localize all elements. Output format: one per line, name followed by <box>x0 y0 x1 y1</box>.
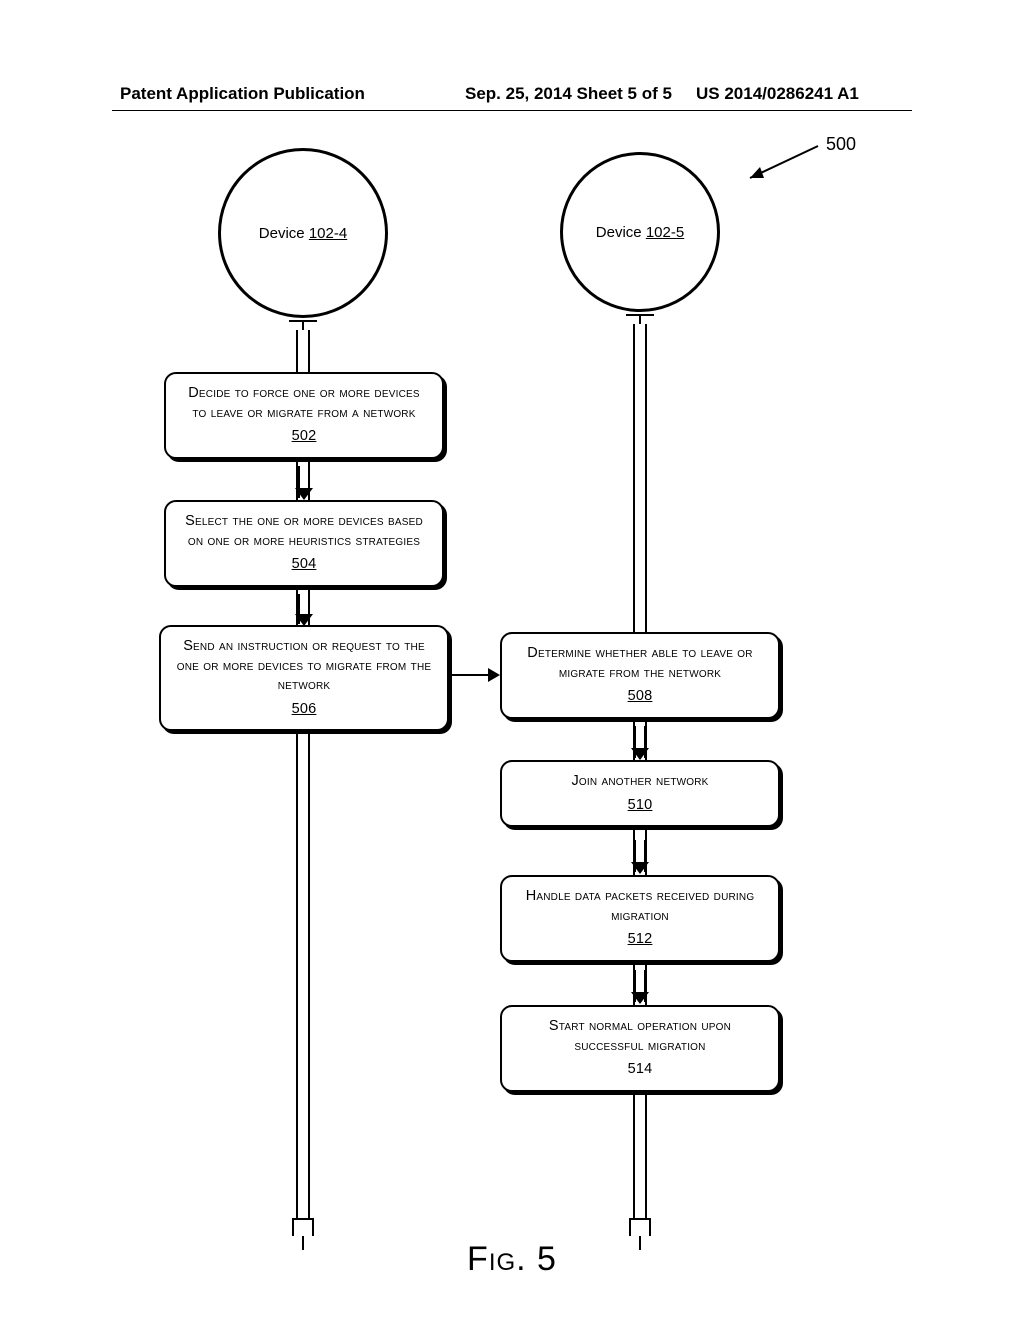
step-512-num: 512 <box>516 930 764 950</box>
figure-label-text: Fig. 5 <box>467 1240 557 1278</box>
step-512-text: Handle data packets received during migr… <box>526 888 755 924</box>
sequence-diagram: 500 Device 102-4 Device 102-5 Decide to … <box>0 130 1024 1260</box>
actor-b-prefix: Device <box>596 224 646 241</box>
leader-arrow-icon <box>730 140 830 184</box>
step-502-text: Decide to force one or more devices to l… <box>188 385 419 421</box>
header-left: Patent Application Publication <box>120 84 365 104</box>
reference-leader: 500 <box>730 140 850 180</box>
step-504-text: Select the one or more devices based on … <box>185 513 423 549</box>
step-506-num: 506 <box>175 700 433 720</box>
lifeline-a-end <box>292 1218 314 1236</box>
step-510: Join another network 510 <box>500 760 780 827</box>
header-right: US 2014/0286241 A1 <box>696 84 859 104</box>
lifeline-a-top-stem <box>302 320 304 330</box>
header-rule <box>112 110 912 111</box>
step-510-num: 510 <box>516 796 764 816</box>
step-502-num: 502 <box>180 427 428 447</box>
arrow-510-to-512 <box>634 840 646 872</box>
actor-device-b: Device 102-5 <box>560 152 720 312</box>
step-506: Send an instruction or request to the on… <box>159 625 449 731</box>
step-512: Handle data packets received during migr… <box>500 875 780 962</box>
arrow-512-to-514 <box>634 970 646 1002</box>
actor-a-id: 102-4 <box>309 225 347 242</box>
step-514-text: Start normal operation upon successful m… <box>549 1018 731 1054</box>
step-508-num: 508 <box>516 687 764 707</box>
actor-b-id: 102-5 <box>646 224 684 241</box>
arrow-502-to-504 <box>298 466 310 498</box>
message-506-to-508 <box>452 674 498 676</box>
figure-label: Fig. 5 <box>0 1240 1024 1279</box>
reference-number: 500 <box>826 134 856 155</box>
step-508: Determine whether able to leave or migra… <box>500 632 780 719</box>
arrow-504-to-506 <box>298 594 310 624</box>
step-502: Decide to force one or more devices to l… <box>164 372 444 459</box>
step-504-num: 504 <box>180 555 428 575</box>
actor-a-prefix: Device <box>259 225 309 242</box>
arrow-508-to-510 <box>634 726 646 758</box>
header-center: Sep. 25, 2014 Sheet 5 of 5 <box>465 84 672 104</box>
actor-a-label: Device 102-4 <box>259 225 347 242</box>
step-510-text: Join another network <box>571 773 708 789</box>
step-508-text: Determine whether able to leave or migra… <box>527 645 752 681</box>
actor-b-label: Device 102-5 <box>596 224 684 241</box>
step-504: Select the one or more devices based on … <box>164 500 444 587</box>
step-514: Start normal operation upon successful m… <box>500 1005 780 1092</box>
lifeline-device-a <box>296 330 310 1225</box>
step-506-text: Send an instruction or request to the on… <box>177 638 432 693</box>
lifeline-b-end <box>629 1218 651 1236</box>
lifeline-b-top-stem <box>639 314 641 324</box>
step-514-num: 514 <box>516 1060 764 1080</box>
actor-device-a: Device 102-4 <box>218 148 388 318</box>
